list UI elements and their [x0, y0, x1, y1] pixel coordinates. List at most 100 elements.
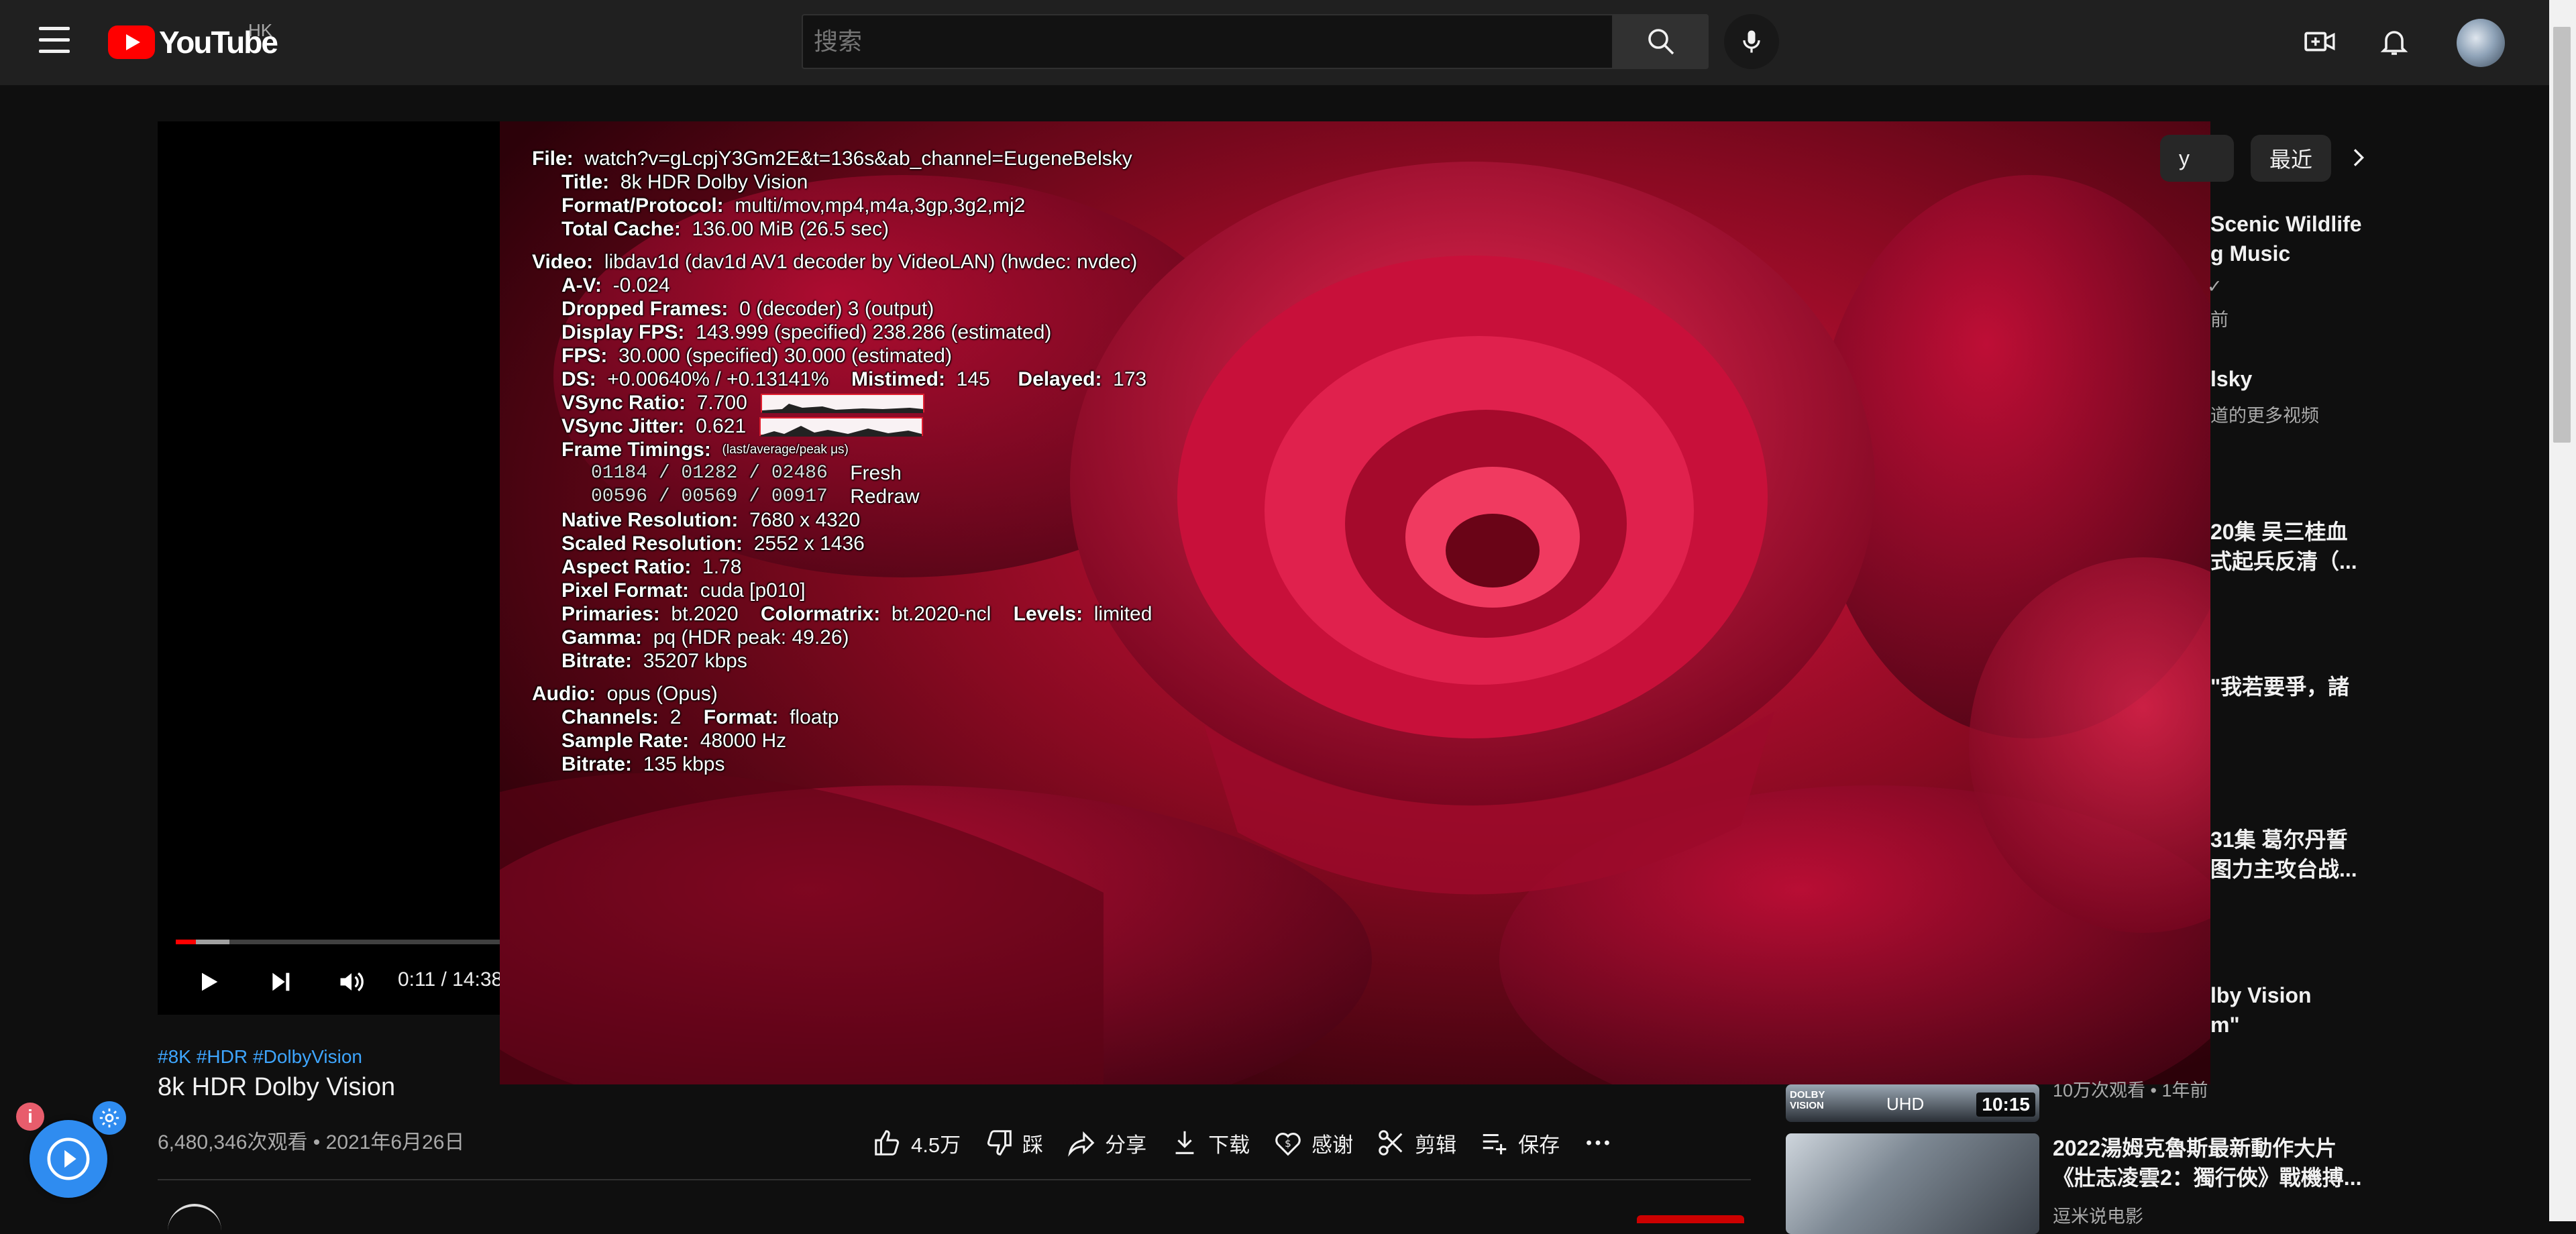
hashtag-link[interactable]: #DolbyVision: [253, 1046, 362, 1067]
video-frame[interactable]: File: watch?v=gLcpjY3Gm2E&t=136s&ab_chan…: [500, 121, 2210, 1084]
stat-label: Dropped Frames:: [561, 298, 729, 320]
stat-av: -0.024: [612, 274, 670, 296]
stat-label: Frame Timings:: [561, 439, 711, 461]
stat-label: Video:: [532, 251, 594, 273]
video-title: 8k HDR Dolby Vision: [158, 1073, 396, 1101]
bell-icon: [2380, 31, 2408, 55]
rec-meta: 道的更多视频: [2210, 406, 2319, 426]
stat-audio-format: floatp: [790, 706, 839, 728]
stat-gamma: pq (HDR peak: 49.26): [653, 626, 849, 649]
floating-play-widget-button[interactable]: [30, 1120, 107, 1198]
stat-label: Audio:: [532, 683, 596, 705]
rec-thumbnail[interactable]: [1786, 1133, 2039, 1234]
scissors-icon: [1376, 1127, 1407, 1158]
stat-label: Display FPS:: [561, 321, 685, 343]
like-button[interactable]: 4.5万: [872, 1127, 961, 1158]
playlist-add-icon: [1479, 1127, 1510, 1158]
rec-title[interactable]: lsky: [2210, 364, 2252, 394]
rec-title[interactable]: 20集 吴三桂血: [2210, 517, 2348, 547]
thanks-button[interactable]: $ 感谢: [1273, 1127, 1353, 1158]
rec-title[interactable]: lby Vision: [2210, 980, 2312, 1010]
stat-video-bitrate: 35207 kbps: [643, 650, 747, 672]
next-button[interactable]: [262, 963, 299, 1001]
create-video-button[interactable]: [2302, 24, 2337, 59]
notifications-button[interactable]: [2377, 24, 2412, 59]
stat-label: Channels:: [561, 706, 659, 728]
stat-levels: limited: [1093, 603, 1152, 625]
more-actions-button[interactable]: [1582, 1127, 1621, 1158]
stat-file: watch?v=gLcpjY3Gm2E&t=136s&ab_channel=Eu…: [584, 148, 1132, 170]
volume-icon: [340, 972, 364, 992]
rec-title[interactable]: 2022湯姆克魯斯最新動作大片: [2053, 1133, 2337, 1163]
chips-next-button[interactable]: [2341, 141, 2375, 174]
rec-title[interactable]: 《壯志凌雲2：獨行俠》戰機搏...: [2053, 1163, 2361, 1192]
rec-thumbnail[interactable]: DOLBY VISION UHD 10:15: [1786, 1084, 2039, 1122]
filter-chip[interactable]: y: [2160, 135, 2234, 182]
share-button[interactable]: 分享: [1066, 1127, 1146, 1158]
rec-title[interactable]: m": [2210, 1010, 2240, 1040]
rec-title[interactable]: 图力主攻台战...: [2210, 854, 2357, 884]
search-button[interactable]: [1613, 14, 1709, 69]
info-icon[interactable]: i: [16, 1103, 44, 1131]
filter-chip[interactable]: 最近: [2251, 135, 2331, 182]
scrollbar-thumb[interactable]: [2553, 27, 2571, 443]
search-box[interactable]: [802, 14, 1613, 69]
rec-meta: 前: [2210, 310, 2229, 330]
video-view-count-date[interactable]: 6,480,346次观看 • 2021年6月26日: [158, 1125, 464, 1155]
chip-label: 最近: [2269, 148, 2313, 172]
stat-label: Levels:: [1013, 603, 1083, 625]
play-button[interactable]: [190, 963, 227, 1001]
volume-button[interactable]: [333, 963, 370, 1001]
download-button[interactable]: 下载: [1169, 1127, 1250, 1158]
chip-label: y: [2179, 146, 2190, 170]
gear-icon[interactable]: [93, 1101, 126, 1135]
rec-title[interactable]: 式起兵反清（...: [2210, 547, 2357, 576]
save-label: 保存: [1518, 1133, 1560, 1157]
thanks-label: 感谢: [1311, 1133, 1354, 1157]
mpv-stats-overlay: File: watch?v=gLcpjY3Gm2E&t=136s&ab_chan…: [532, 147, 1152, 776]
stat-aspect: 1.78: [702, 556, 742, 578]
stat-colormatrix: bt.2020-ncl: [891, 603, 991, 625]
thumbs-down-icon: [983, 1127, 1014, 1158]
stat-label: Title:: [561, 171, 610, 193]
stat-label: Pixel Format:: [561, 579, 690, 602]
stat-label: Scaled Resolution:: [561, 532, 743, 555]
rec-title[interactable]: "我若要爭，諸: [2210, 672, 2349, 702]
stat-channels: 2: [669, 706, 682, 728]
stat-scaled-res: 2552 x 1436: [753, 532, 865, 555]
duration-badge: 10:15: [1976, 1092, 2035, 1117]
stat-label: Bitrate:: [561, 753, 633, 775]
dislike-button[interactable]: 踩: [983, 1127, 1043, 1158]
play-icon: [202, 972, 218, 991]
video-player[interactable]: [158, 121, 500, 1015]
avatar[interactable]: [2457, 19, 2505, 67]
verified-badge-icon: ✓: [2207, 276, 2222, 296]
stat-label: Total Cache:: [561, 218, 681, 240]
stat-label: FPS:: [561, 345, 608, 367]
rec-title[interactable]: 31集 葛尔丹誓: [2210, 825, 2348, 854]
clip-button[interactable]: 剪辑: [1376, 1127, 1456, 1158]
mic-icon: [1743, 30, 1760, 53]
thumb-label: DOLBY VISION: [1790, 1089, 1825, 1111]
stat-label: Gamma:: [561, 626, 643, 649]
stat-cache: 136.00 MiB (26.5 sec): [692, 218, 889, 240]
share-label: 分享: [1105, 1133, 1147, 1157]
voice-search-button[interactable]: [1724, 14, 1779, 69]
stat-title: 8k HDR Dolby Vision: [620, 171, 808, 193]
stat-label: Mistimed:: [851, 368, 945, 390]
hashtag-link[interactable]: #HDR: [197, 1046, 248, 1067]
masthead: YouTube HK: [0, 0, 2549, 85]
rec-title[interactable]: g Music: [2210, 239, 2290, 268]
rec-title[interactable]: Scenic Wildlife: [2210, 209, 2362, 239]
menu-icon[interactable]: [39, 27, 70, 55]
channel-avatar[interactable]: [168, 1204, 221, 1233]
subscribe-button[interactable]: [1637, 1215, 1744, 1223]
search-input[interactable]: [803, 15, 1612, 68]
stat-display-fps: 143.999 (specified) 238.286 (estimated): [696, 321, 1052, 343]
stat-format: multi/mov,mp4,m4a,3gp,3g2,mj2: [735, 194, 1026, 217]
country-code: HK: [248, 20, 273, 40]
stat-vsync-jitter: 0.621: [696, 415, 747, 437]
stat-label: Colormatrix:: [760, 603, 881, 625]
hashtag-link[interactable]: #8K: [158, 1046, 191, 1067]
save-button[interactable]: 保存: [1479, 1127, 1560, 1158]
